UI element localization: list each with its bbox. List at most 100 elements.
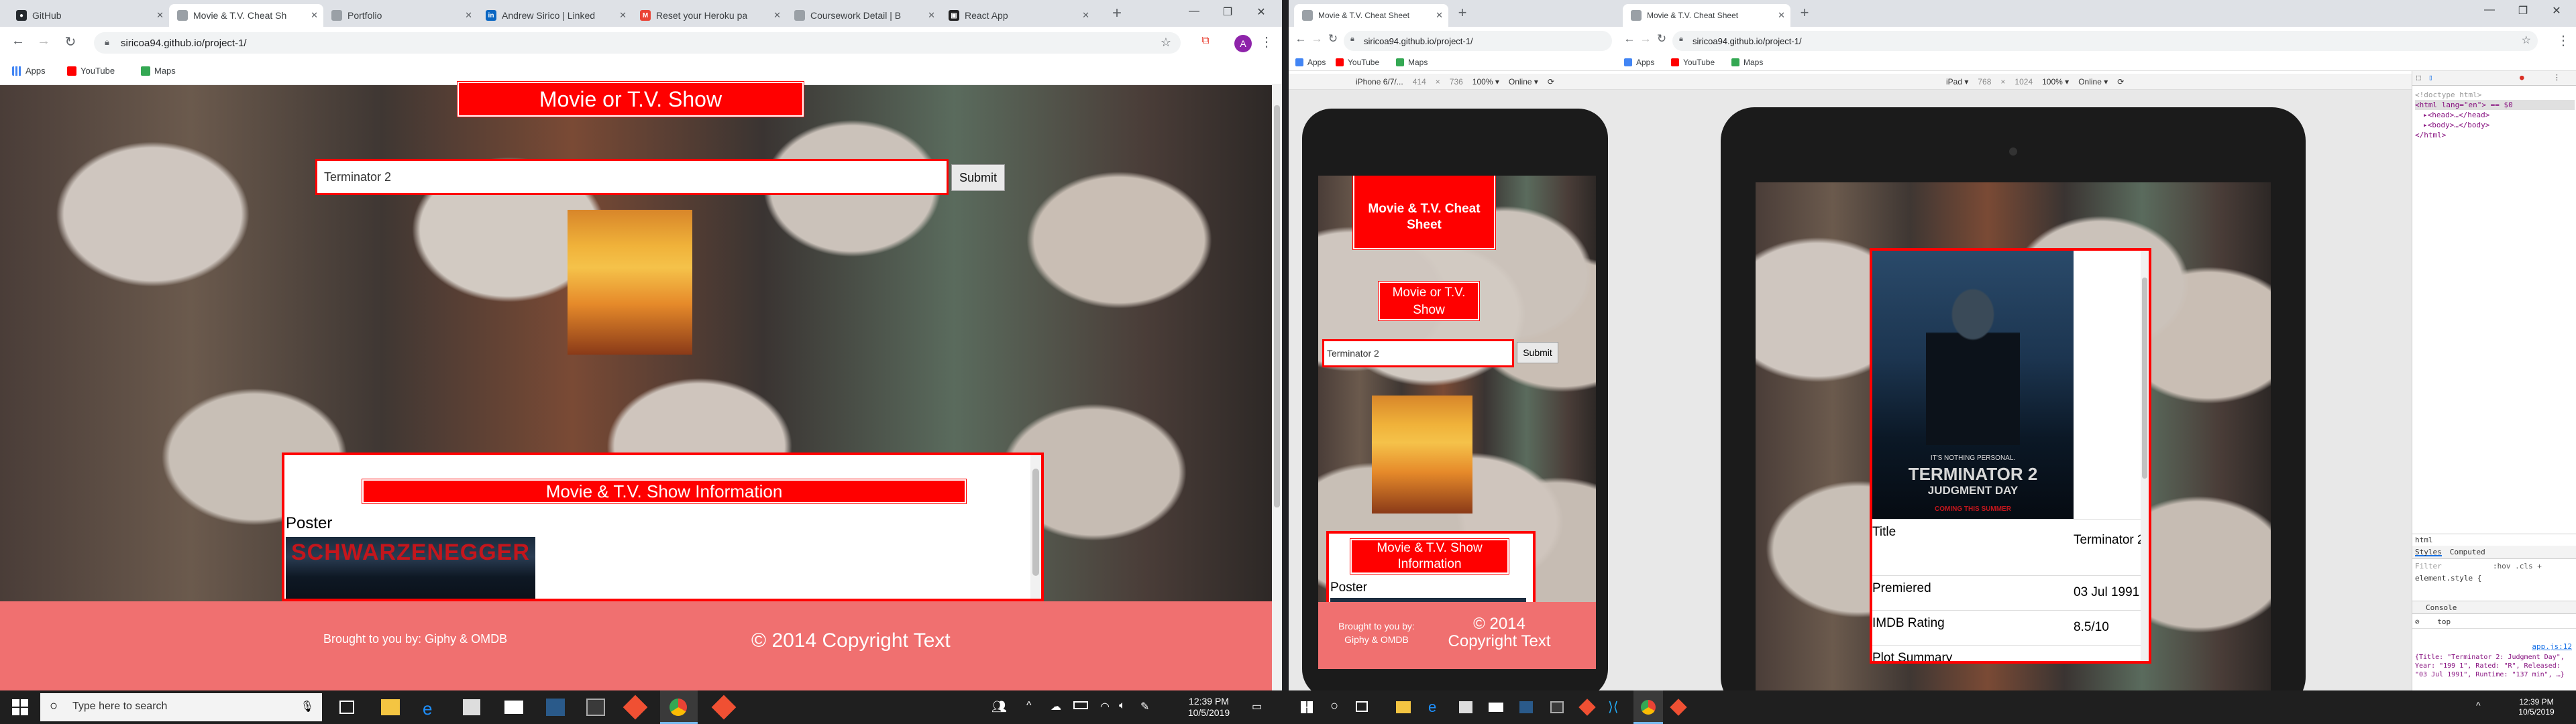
app-icon-git-2[interactable] (1670, 699, 1687, 716)
windows-start-icon[interactable] (12, 699, 28, 715)
scrollbar[interactable] (2141, 251, 2149, 661)
clock[interactable]: 12:39 PM 10/5/2019 (1182, 696, 1236, 719)
styles-filter[interactable]: Filter (2415, 562, 2442, 570)
device-toggle-icon[interactable]: ▯ (2428, 73, 2433, 82)
html-close-line[interactable]: </html> (2415, 130, 2575, 140)
body-line[interactable]: ▸<body>…</body> (2415, 120, 2575, 130)
notification-icon[interactable]: ▭ (1252, 700, 1262, 713)
new-tab-button[interactable]: + (1796, 4, 1813, 21)
submit-button[interactable]: Submit (1517, 342, 1558, 363)
menu-icon[interactable]: ⋮ (2557, 32, 2570, 49)
scrollbar-thumb[interactable] (2142, 278, 2147, 479)
forward-button[interactable]: → (1309, 32, 1325, 46)
page-scrollbar[interactable] (1272, 85, 1282, 690)
close-icon[interactable]: ✕ (1778, 10, 1785, 21)
console-tab[interactable]: Console (2426, 603, 2457, 612)
submit-button[interactable]: Submit (951, 164, 1005, 191)
rotate-icon[interactable]: ⟳ (1548, 77, 1554, 86)
close-window-button[interactable]: ✕ (1248, 5, 1275, 19)
tab-styles[interactable]: Styles (2415, 548, 2442, 556)
tab-movie-cheat-sheet[interactable]: Movie & T.V. Cheat Sheet ✕ (1294, 4, 1448, 27)
address-bar[interactable]: 🔒︎ siricoa94.github.io/project-1/ ☆ (94, 32, 1181, 54)
bookmark-apps[interactable]: Apps (12, 66, 46, 76)
avatar[interactable]: A (1234, 35, 1252, 52)
tray-chevron-icon[interactable]: ^ (2476, 700, 2481, 711)
tab-portfolio[interactable]: Portfolio ✕ (323, 4, 478, 27)
bookmark-youtube[interactable]: YouTube (1336, 58, 1379, 67)
edge-icon[interactable]: e (423, 699, 432, 719)
search-input[interactable]: Terminator 2 (315, 159, 949, 195)
star-icon[interactable]: ☆ (2522, 34, 2531, 47)
address-bar[interactable]: 🔒︎ siricoa94.github.io/project-1/ (1344, 31, 1612, 51)
page-scrollbar-thumb[interactable] (1274, 105, 1280, 507)
bookmark-youtube[interactable]: YouTube (1671, 58, 1715, 67)
device-select[interactable]: iPhone 6/7/... (1356, 77, 1403, 86)
device-width[interactable]: 414 (1413, 77, 1426, 86)
device-height[interactable]: 736 (1450, 77, 1463, 86)
maximize-button[interactable]: ❐ (2510, 4, 2536, 17)
settings-icon[interactable]: ⋮ (2553, 73, 2561, 82)
bookmark-youtube[interactable]: YouTube (67, 66, 115, 76)
wifi-icon[interactable]: ◠ (1100, 700, 1110, 713)
network-select[interactable]: Online ▾ (2078, 77, 2108, 86)
app-icon-blue[interactable] (1519, 701, 1533, 713)
reload-button[interactable]: ↻ (60, 34, 80, 50)
chrome-taskbar-button[interactable] (1633, 690, 1663, 724)
search-input[interactable]: Terminator 2 (1322, 339, 1514, 367)
zoom-select[interactable]: 100% ▾ (1472, 77, 1499, 86)
forward-button[interactable]: → (34, 34, 54, 49)
close-icon[interactable]: ✕ (619, 10, 627, 21)
bookmark-maps[interactable]: Maps (1731, 58, 1763, 67)
file-explorer-icon[interactable] (1396, 701, 1411, 713)
clear-console-icon[interactable]: ⊘ (2415, 617, 2420, 626)
address-bar[interactable]: 🔒︎ siricoa94.github.io/project-1/ ☆ (1672, 31, 2538, 51)
console-context[interactable]: top (2437, 617, 2451, 626)
close-icon[interactable]: ✕ (773, 10, 781, 21)
close-icon[interactable]: ✕ (1082, 10, 1089, 21)
back-button[interactable]: ← (8, 34, 28, 49)
html-line[interactable]: <html lang="en"> == $0 (2415, 100, 2575, 110)
chrome-taskbar-button[interactable] (660, 690, 698, 724)
tab-linkedin[interactable]: in Andrew Sirico | Linked ✕ (478, 4, 632, 27)
bookmark-apps[interactable]: Apps (1624, 58, 1654, 67)
mail-icon[interactable] (1489, 703, 1503, 712)
close-icon[interactable]: ✕ (311, 10, 318, 21)
tray-chevron-icon[interactable]: ^ (1026, 700, 1032, 712)
vscode-icon[interactable]: ⟩⟨ (1608, 699, 1619, 715)
edge-icon[interactable]: e (1428, 699, 1436, 716)
device-height[interactable]: 1024 (2015, 77, 2033, 86)
new-tab-button[interactable]: + (1107, 4, 1127, 23)
scrollbar[interactable] (1030, 455, 1041, 599)
clock[interactable]: 12:39 PM 10/5/2019 (2510, 697, 2563, 717)
git-icon[interactable] (623, 695, 648, 720)
app-icon-blue[interactable] (546, 699, 565, 716)
close-window-button[interactable]: ✕ (2543, 4, 2570, 17)
close-icon[interactable]: ✕ (1436, 10, 1443, 21)
menu-icon[interactable]: ⋮ (1260, 34, 1273, 50)
bookmark-maps[interactable]: Maps (1396, 58, 1428, 67)
store-icon[interactable] (1459, 701, 1472, 713)
battery-icon[interactable] (1073, 701, 1088, 709)
tab-gmail[interactable]: M Reset your Heroku pa ✕ (632, 4, 786, 27)
close-icon[interactable]: ✕ (928, 10, 935, 21)
head-line[interactable]: ▸<head>…</head> (2415, 110, 2575, 120)
minimize-button[interactable]: — (1181, 5, 1208, 17)
app-icon-dark[interactable] (1550, 701, 1564, 713)
maximize-button[interactable]: ❐ (1214, 5, 1241, 19)
network-select[interactable]: Online ▾ (1509, 77, 1538, 86)
console-output[interactable]: {Title: "Terminator 2: Judgment Day", Ye… (2415, 653, 2573, 690)
tab-computed[interactable]: Computed (2450, 548, 2485, 556)
new-tab-button[interactable]: + (1454, 4, 1471, 21)
taskbar-search-input[interactable]: ○ Type here to search 🎙︎ (40, 693, 322, 721)
app-icon-git-2[interactable] (711, 695, 737, 720)
forward-button[interactable]: → (1638, 32, 1654, 46)
reload-button[interactable]: ↻ (1325, 32, 1341, 46)
breadcrumb[interactable]: html (2412, 534, 2576, 546)
search-icon[interactable]: ○ (1330, 699, 1338, 714)
volume-icon[interactable]: 🔈︎ (1119, 700, 1126, 712)
windows-start-icon[interactable] (1301, 701, 1313, 713)
tab-movie-cheat-sheet[interactable]: Movie & T.V. Cheat Sheet ✕ (1623, 4, 1790, 27)
bookmark-maps[interactable]: Maps (141, 66, 176, 76)
onedrive-icon[interactable]: ☁ (1051, 700, 1061, 713)
star-icon[interactable]: ☆ (1161, 36, 1171, 50)
